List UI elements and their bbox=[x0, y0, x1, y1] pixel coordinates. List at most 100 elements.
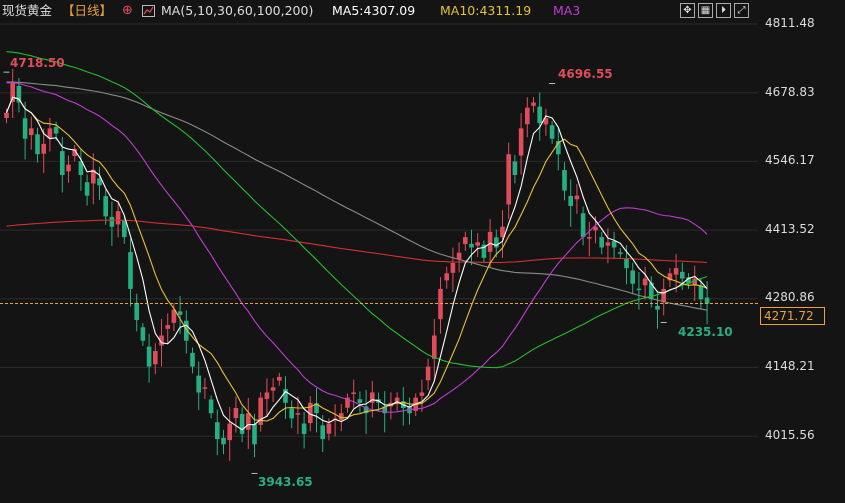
candle-body bbox=[60, 151, 65, 175]
y-tick-label: 4015.56 bbox=[765, 428, 815, 442]
ma-chart-icon[interactable] bbox=[142, 5, 155, 17]
candle-body bbox=[190, 352, 195, 367]
candle-body bbox=[661, 288, 666, 303]
ma5-line bbox=[5, 96, 708, 431]
candle-body bbox=[252, 424, 257, 445]
candle-body bbox=[357, 399, 363, 403]
y-tick-label: 4148.21 bbox=[765, 359, 815, 373]
candle-body bbox=[463, 237, 468, 245]
y-tick-label: 4678.83 bbox=[765, 85, 815, 99]
candle-body bbox=[122, 220, 127, 238]
candle-body bbox=[66, 164, 71, 172]
candle-body bbox=[128, 252, 133, 289]
candle-body bbox=[140, 327, 146, 341]
candle-body bbox=[326, 423, 332, 434]
candle-body bbox=[419, 392, 425, 396]
candle-body bbox=[165, 325, 170, 329]
candle-body bbox=[469, 243, 474, 248]
candle-body bbox=[587, 237, 592, 239]
y-tick-label: 4546.17 bbox=[765, 153, 815, 167]
candle-body bbox=[289, 408, 294, 419]
y-tick-label: 4280.86 bbox=[765, 290, 815, 304]
candlestick-chart bbox=[0, 23, 758, 474]
candle-body bbox=[549, 125, 555, 139]
circle-plus-icon[interactable]: ⊕ bbox=[122, 0, 133, 22]
candle-body bbox=[233, 408, 239, 419]
candle-body bbox=[320, 425, 325, 440]
candle-body bbox=[680, 271, 685, 279]
candle-body bbox=[630, 270, 635, 284]
candle-body bbox=[202, 387, 208, 389]
candle-body bbox=[115, 211, 121, 225]
zoom-icon[interactable]: ✥ bbox=[680, 3, 695, 18]
candle-body bbox=[506, 154, 511, 205]
candle-body bbox=[456, 252, 462, 260]
candle-body bbox=[425, 366, 431, 381]
candle-body bbox=[53, 127, 59, 134]
candle-body bbox=[704, 297, 710, 304]
candle-body bbox=[196, 375, 201, 393]
candle-body bbox=[239, 413, 245, 434]
candle-body bbox=[153, 351, 158, 365]
candle-body bbox=[438, 288, 443, 320]
grid-icon[interactable]: ▦ bbox=[698, 3, 713, 18]
low-annotation: 4235.10 bbox=[678, 325, 733, 339]
candle-body bbox=[450, 263, 456, 273]
candle-body bbox=[698, 285, 704, 300]
candle-body bbox=[655, 305, 660, 310]
ma10-value: MA10:4311.19 bbox=[440, 3, 532, 18]
candle-body bbox=[103, 196, 108, 217]
current-price-tag: 4271.72 bbox=[760, 307, 825, 325]
candle-body bbox=[636, 288, 642, 291]
candle-body bbox=[295, 413, 301, 415]
candle-body bbox=[580, 213, 586, 238]
symbol-title: 现货黄金 bbox=[2, 3, 53, 18]
high-annotation: 4696.55 bbox=[558, 67, 613, 81]
candle-body bbox=[487, 231, 493, 252]
candle-body bbox=[605, 242, 611, 246]
candle-body bbox=[618, 252, 623, 254]
candle-body bbox=[264, 392, 270, 399]
candle-body bbox=[673, 268, 679, 275]
candle-body bbox=[177, 311, 183, 315]
candle-body bbox=[146, 346, 152, 367]
ma-params-label[interactable]: MA(5,10,30,60,100,200) bbox=[161, 0, 313, 22]
candle-body bbox=[444, 273, 449, 281]
candle-body bbox=[531, 102, 536, 106]
candle-body bbox=[227, 423, 232, 441]
y-tick-label: 4811.48 bbox=[765, 16, 815, 30]
candle-body bbox=[270, 387, 276, 391]
candle-body bbox=[525, 107, 530, 125]
candle-body bbox=[537, 106, 542, 124]
ma3-value: MA3 bbox=[553, 3, 581, 18]
candle-body bbox=[109, 216, 115, 227]
candle-body bbox=[518, 128, 524, 156]
candle-body bbox=[221, 437, 226, 445]
low-annotation: 3943.65 bbox=[258, 475, 313, 489]
candle-body bbox=[624, 258, 629, 269]
candle-body bbox=[277, 376, 282, 381]
candle-body bbox=[475, 242, 480, 246]
candle-body bbox=[208, 399, 214, 414]
step-forward-icon[interactable]: ⏵ bbox=[716, 3, 731, 18]
candle-body bbox=[568, 195, 573, 207]
high-annotation: 4718.50 bbox=[10, 56, 65, 70]
expand-icon[interactable]: ⤢ bbox=[734, 3, 749, 18]
y-tick-label: 4413.52 bbox=[765, 222, 815, 236]
candle-body bbox=[562, 170, 567, 191]
period-selector[interactable]: 【日线】 bbox=[62, 0, 112, 22]
candle-body bbox=[611, 240, 617, 248]
ma5-value: MA5:4307.09 bbox=[332, 3, 416, 18]
candle-body bbox=[351, 392, 356, 394]
candle-body bbox=[432, 335, 437, 359]
candle-body bbox=[134, 302, 139, 320]
candle-body bbox=[22, 118, 28, 139]
candle-body bbox=[574, 195, 580, 200]
candle-body bbox=[41, 143, 46, 154]
candle-body bbox=[246, 413, 251, 430]
candle-body bbox=[512, 161, 518, 175]
ma10-line bbox=[5, 96, 708, 422]
candle-body bbox=[4, 112, 9, 118]
candle-body bbox=[10, 81, 15, 102]
candle-body bbox=[301, 423, 307, 434]
